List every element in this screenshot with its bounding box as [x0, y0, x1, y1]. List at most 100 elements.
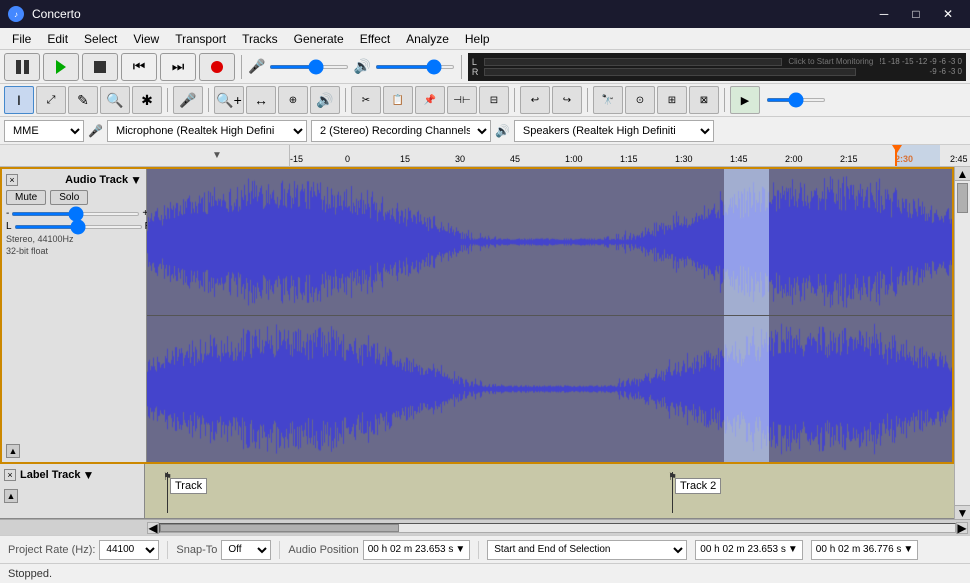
audio-track-dropdown-icon: ▼ — [130, 173, 142, 187]
hscroll-left-button[interactable]: ◀ — [147, 522, 159, 534]
envelope-tool-button[interactable]: ⤢ — [36, 86, 66, 114]
selection-end-value: 00 h 02 m 36.776 s ▼ — [811, 540, 919, 560]
titlebar: ♪ Concerto ─ □ ✕ — [0, 0, 970, 28]
menu-select[interactable]: Select — [76, 30, 125, 48]
input-level-area: 🎤 🔊 — [248, 58, 455, 75]
zoom-custom-button[interactable]: ⊠ — [689, 86, 719, 114]
play-button[interactable] — [43, 53, 79, 81]
channels-select[interactable]: 2 (Stereo) Recording Channels — [311, 120, 491, 142]
vscroll-down-button[interactable]: ▼ — [955, 505, 970, 519]
zoom-in-button[interactable]: 🔍+ — [214, 86, 244, 114]
cut-button[interactable]: ✂ — [351, 86, 381, 114]
project-rate-item: Project Rate (Hz): 44100 — [8, 540, 159, 560]
pencil-tool-button[interactable]: ✎ — [68, 86, 98, 114]
sep2 — [208, 88, 209, 112]
label-track-collapse[interactable]: ▲ — [4, 489, 18, 503]
close-button[interactable]: ✕ — [934, 4, 962, 24]
vscroll-thumb[interactable] — [957, 183, 968, 213]
label-track-close[interactable]: × — [4, 469, 16, 481]
solo-button[interactable]: Solo — [50, 190, 88, 205]
multi-tool-button[interactable]: ✱ — [132, 86, 162, 114]
audio-track-close[interactable]: × — [6, 174, 18, 186]
zoom-sel-button[interactable]: ⊕ — [278, 86, 308, 114]
ruler-tick-200: 2:00 — [785, 154, 803, 164]
ruler-label-area: ▼ — [145, 145, 290, 166]
audio-track-waveform[interactable]: 1.0 0.0 -1.0 1.0 — [147, 169, 952, 462]
menu-tracks[interactable]: Tracks — [234, 30, 286, 48]
sep6 — [724, 88, 725, 112]
zoom-tool-button[interactable]: 🔍 — [100, 86, 130, 114]
status-sep1 — [167, 541, 168, 559]
ruler-tick-145: 1:45 — [730, 154, 748, 164]
hscroll-right-button[interactable]: ▶ — [956, 522, 968, 534]
zoom-out-button[interactable]: 🔭 — [593, 86, 623, 114]
play-speed-button[interactable]: ▶ — [730, 86, 760, 114]
menu-transport[interactable]: Transport — [167, 30, 234, 48]
minimize-button[interactable]: ─ — [870, 4, 898, 24]
record-button[interactable] — [199, 53, 235, 81]
select-tool-button[interactable]: I — [4, 86, 34, 114]
menu-analyze[interactable]: Analyze — [398, 30, 457, 48]
menu-edit[interactable]: Edit — [39, 30, 76, 48]
silence-button[interactable]: ⊟ — [479, 86, 509, 114]
menu-help[interactable]: Help — [457, 30, 498, 48]
audio-track-buttons: Mute Solo — [6, 190, 142, 205]
audio-track-collapse[interactable]: ▲ — [6, 444, 20, 458]
zoom-toggle-button[interactable]: ⊞ — [657, 86, 687, 114]
audio-pos-dropdown-icon[interactable]: ▼ — [455, 544, 465, 555]
audio-pos-item: Audio Position 00 h 02 m 23.653 s ▼ — [288, 540, 470, 560]
mute-button[interactable]: Mute — [6, 190, 46, 205]
paste-button[interactable]: 📌 — [415, 86, 445, 114]
menu-view[interactable]: View — [125, 30, 167, 48]
menu-generate[interactable]: Generate — [286, 30, 352, 48]
project-rate-select[interactable]: 44100 — [99, 540, 159, 560]
hscroll-thumb[interactable] — [160, 524, 399, 532]
vu-scale-right2: -9 -6 -3 0 — [862, 67, 962, 76]
undo-button[interactable]: ↩ — [520, 86, 550, 114]
pause-button[interactable] — [4, 53, 40, 81]
microphone-select[interactable]: Microphone (Realtek High Defini — [107, 120, 307, 142]
gain-slider[interactable] — [11, 212, 140, 216]
zoom-fit-button[interactable]: ↔ — [246, 86, 276, 114]
label-text2: Track 2 — [675, 478, 721, 494]
audio-track-name: Audio Track — [65, 174, 128, 186]
waveform-canvas-top — [147, 169, 952, 315]
sel-end-dropdown[interactable]: ▼ — [903, 544, 913, 555]
ruler-tick-45: 45 — [510, 154, 520, 164]
stop-button[interactable] — [82, 53, 118, 81]
speaker-tool-button[interactable]: 🔊 — [310, 86, 340, 114]
redo-button[interactable]: ↪ — [552, 86, 582, 114]
label-track-name-area[interactable]: Label Track ▼ — [20, 468, 94, 482]
skip-next-button[interactable]: ⏭ — [160, 53, 196, 81]
timeline-ruler[interactable]: ▼ -15 0 15 30 45 1:00 1:15 1:30 1:45 2:0… — [0, 145, 970, 167]
mic-tool-button[interactable]: 🎤 — [173, 86, 203, 114]
edit-toolbar: I ⤢ ✎ 🔍 ✱ 🎤 🔍+ ↔ ⊕ 🔊 ✂ 📋 📌 ⊣⊢ ⊟ ↩ ↪ 🔭 ⊙ … — [0, 84, 970, 117]
copy-button[interactable]: 📋 — [383, 86, 413, 114]
titlebar-buttons: ─ □ ✕ — [870, 4, 962, 24]
waveform-canvas-element-bottom — [147, 316, 952, 462]
app-icon: ♪ — [8, 6, 24, 22]
menu-file[interactable]: File — [4, 30, 39, 48]
toolbar-separator2 — [461, 55, 462, 79]
snap-to-select[interactable]: Off — [221, 540, 271, 560]
pan-slider[interactable] — [14, 225, 143, 229]
selection-mode-select[interactable]: Start and End of Selection — [487, 540, 687, 560]
sel-start-dropdown[interactable]: ▼ — [788, 544, 798, 555]
menu-effect[interactable]: Effect — [352, 30, 398, 48]
sep4 — [514, 88, 515, 112]
audio-track-name-area[interactable]: Audio Track ▼ — [65, 173, 142, 187]
vscroll-up-button[interactable]: ▲ — [955, 167, 970, 181]
skip-prev-button[interactable]: ⏮ — [121, 53, 157, 81]
input-level-slider[interactable] — [269, 65, 349, 69]
playback-speed-slider[interactable] — [766, 98, 826, 102]
ruler-tick-115: 1:15 — [620, 154, 638, 164]
ruler-tick-245: 2:45 — [950, 154, 968, 164]
trim-button[interactable]: ⊣⊢ — [447, 86, 477, 114]
ruler-tick-215: 2:15 — [840, 154, 858, 164]
speaker-select[interactable]: Speakers (Realtek High Definiti — [514, 120, 714, 142]
maximize-button[interactable]: □ — [902, 4, 930, 24]
output-level-slider[interactable] — [375, 65, 455, 69]
zoom-normal-button[interactable]: ⊙ — [625, 86, 655, 114]
label-track-controls: × Label Track ▼ ▲ — [0, 464, 145, 518]
host-select[interactable]: MME — [4, 120, 84, 142]
